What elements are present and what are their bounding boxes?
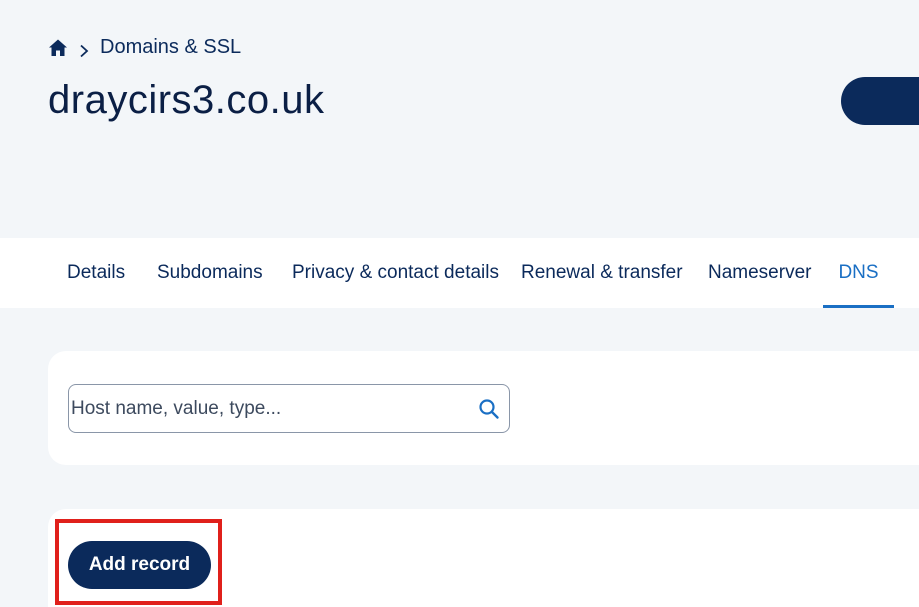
- tab-subdomains[interactable]: Subdomains: [157, 238, 263, 308]
- header-action-button[interactable]: [841, 77, 919, 125]
- page: Domains & SSL draycirs3.co.uk Details Su…: [0, 0, 919, 607]
- chevron-right-icon: [78, 41, 90, 57]
- search-icon[interactable]: [478, 398, 500, 420]
- breadcrumb: Domains & SSL: [48, 36, 241, 59]
- search-box: [68, 384, 510, 433]
- search-input[interactable]: [70, 386, 470, 431]
- breadcrumb-domains-ssl[interactable]: Domains & SSL: [100, 36, 241, 59]
- page-title: draycirs3.co.uk: [48, 78, 325, 122]
- highlight-box: [55, 519, 222, 605]
- home-icon[interactable]: [48, 38, 68, 58]
- tab-nameserver[interactable]: Nameserver: [708, 238, 811, 308]
- tab-details[interactable]: Details: [67, 238, 125, 308]
- tab-renewal-transfer[interactable]: Renewal & transfer: [521, 238, 683, 308]
- tab-privacy-contact-details[interactable]: Privacy & contact details: [292, 238, 499, 308]
- tab-dns[interactable]: DNS: [823, 238, 894, 308]
- tab-bar: Details Subdomains Privacy & contact det…: [0, 238, 919, 308]
